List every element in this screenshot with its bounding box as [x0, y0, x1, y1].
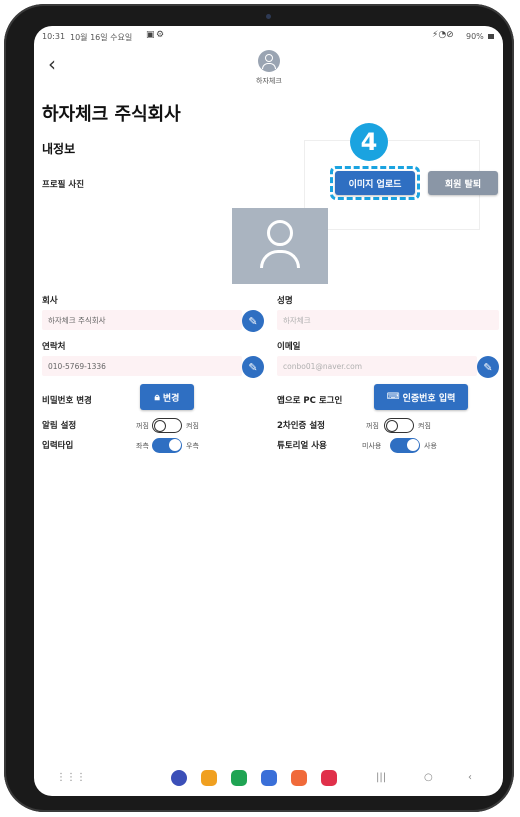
person-body-icon — [260, 250, 300, 268]
company-title: 하자체크 주식회사 — [42, 104, 181, 125]
video-icon[interactable] — [321, 770, 337, 786]
tutorial-off-text: 미사용 — [362, 442, 382, 450]
notification-icon: ▣ — [146, 30, 155, 40]
alarm-label: 알림 설정 — [42, 421, 77, 431]
two-factor-label: 2차인증 설정 — [277, 421, 325, 431]
alarm-off-text: 꺼짐 — [136, 422, 149, 430]
tablet-frame: 10:31 10월 16일 수요일 ▣ ⚙ ⚡◔⊘ 90% ‹ 하자체크 하자체… — [4, 4, 514, 812]
tutorial-toggle[interactable] — [390, 438, 420, 453]
samsung-internet-icon[interactable] — [171, 770, 187, 786]
input-type-toggle[interactable] — [152, 438, 182, 453]
input-type-right-text: 우측 — [186, 442, 199, 450]
back-button[interactable]: ‹ — [48, 54, 56, 74]
email-edit-button[interactable]: ✎ — [477, 356, 499, 378]
person-head-icon — [267, 220, 293, 246]
home-icon[interactable]: ○ — [424, 772, 433, 783]
pencil-icon: ✎ — [483, 360, 493, 374]
email-field[interactable]: conbo01@naver.com — [277, 356, 477, 376]
company-edit-button[interactable]: ✎ — [242, 310, 264, 332]
lock-icon: 🔒︎ — [154, 391, 160, 403]
tutorial-on-text: 사용 — [424, 442, 437, 450]
header-avatar-caption: 하자체크 — [256, 77, 282, 85]
two-factor-off-text: 꺼짐 — [366, 422, 379, 430]
company-field[interactable]: 하자체크 주식회사 — [42, 310, 242, 330]
back-icon[interactable]: ‹ — [468, 772, 472, 783]
messages-icon[interactable] — [261, 770, 277, 786]
folder-icon[interactable] — [201, 770, 217, 786]
signal-icons: ⚡◔⊘ — [432, 30, 454, 40]
auth-code-label: 인증번호 입력 — [402, 393, 456, 404]
alarm-on-text: 켜짐 — [186, 422, 199, 430]
header-avatar-icon[interactable] — [258, 50, 280, 72]
contacts-icon[interactable] — [291, 770, 307, 786]
phone-label: 연락처 — [42, 342, 66, 352]
pencil-icon: ✎ — [248, 360, 258, 374]
app-drawer-icon[interactable]: ⋮⋮⋮ — [56, 772, 86, 783]
settings-status-icon: ⚙ — [156, 30, 165, 40]
name-field[interactable]: 하자체크 — [277, 310, 499, 330]
upload-image-button[interactable]: 이미지 업로드 — [335, 171, 415, 195]
company-label: 회사 — [42, 296, 58, 306]
pencil-icon: ✎ — [248, 314, 258, 328]
tutorial-label: 튜토리얼 사용 — [277, 441, 327, 451]
withdraw-button[interactable]: 회원 탈퇴 — [428, 171, 498, 195]
input-type-left-text: 좌측 — [136, 442, 149, 450]
two-factor-on-text: 켜짐 — [418, 422, 431, 430]
section-title: 내정보 — [42, 142, 76, 156]
password-change-label: 변경 — [162, 393, 180, 404]
screen: 10:31 10월 16일 수요일 ▣ ⚙ ⚡◔⊘ 90% ‹ 하자체크 하자체… — [34, 26, 503, 796]
step-number-badge: 4 — [350, 123, 388, 161]
battery-icon — [488, 34, 494, 39]
email-label: 이메일 — [277, 342, 301, 352]
input-type-label: 입력타입 — [42, 441, 74, 451]
password-change-button[interactable]: 🔒︎ 변경 — [140, 384, 194, 410]
camera-icon — [266, 14, 271, 19]
recents-icon[interactable]: ||| — [376, 772, 386, 783]
keyboard-icon: ⌨ — [386, 392, 400, 402]
battery-percent: 90% — [466, 32, 484, 41]
profile-photo — [232, 208, 328, 284]
name-label: 성명 — [277, 296, 293, 306]
profile-label: 프로필 사진 — [42, 180, 85, 190]
auth-code-button[interactable]: ⌨ 인증번호 입력 — [374, 384, 468, 410]
two-factor-toggle[interactable] — [384, 418, 414, 433]
pc-login-label: 앱으로 PC 로그인 — [277, 396, 343, 406]
alarm-toggle[interactable] — [152, 418, 182, 433]
status-time: 10:31 — [42, 32, 66, 41]
phone-field[interactable]: 010-5769-1336 — [42, 356, 242, 376]
password-label: 비밀번호 변경 — [42, 396, 92, 406]
status-date: 10월 16일 수요일 — [70, 33, 133, 42]
phone-icon[interactable] — [231, 770, 247, 786]
phone-edit-button[interactable]: ✎ — [242, 356, 264, 378]
